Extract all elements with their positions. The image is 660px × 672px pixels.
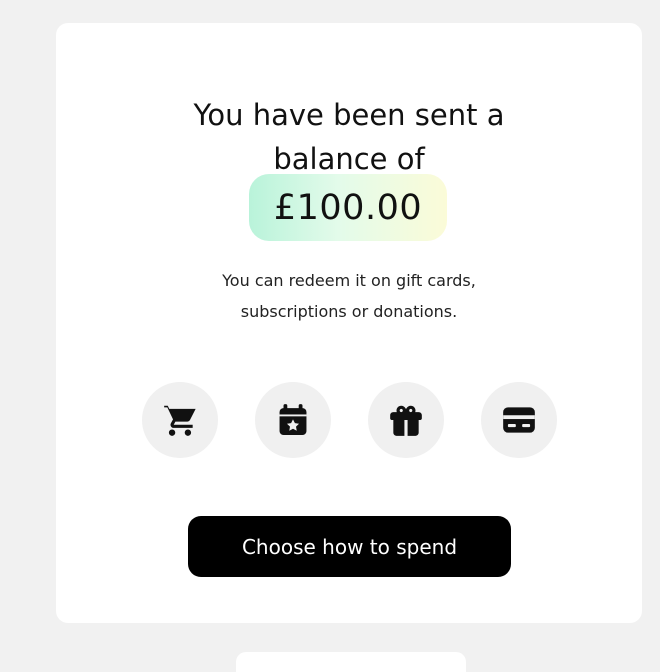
calendar-star-icon: [279, 404, 307, 436]
credit-card-icon: [503, 407, 535, 433]
balance-amount-badge: £100.00: [249, 174, 447, 241]
redeem-description: You can redeem it on gift cards, subscri…: [222, 271, 476, 321]
balance-amount: £100.00: [273, 187, 423, 228]
shop-option[interactable]: [142, 382, 218, 458]
spend-options: [142, 382, 557, 458]
next-card-edge: [236, 652, 466, 672]
gift-cards-option[interactable]: [368, 382, 444, 458]
choose-how-to-spend-button[interactable]: Choose how to spend: [188, 516, 511, 577]
gift-icon: [390, 405, 422, 436]
subscriptions-option[interactable]: [255, 382, 331, 458]
balance-headline: You have been sent a balance of: [193, 98, 505, 176]
balance-card: You have been sent a balance of £100.00 …: [56, 23, 642, 623]
card-option[interactable]: [481, 382, 557, 458]
shopping-cart-icon: [164, 404, 196, 436]
